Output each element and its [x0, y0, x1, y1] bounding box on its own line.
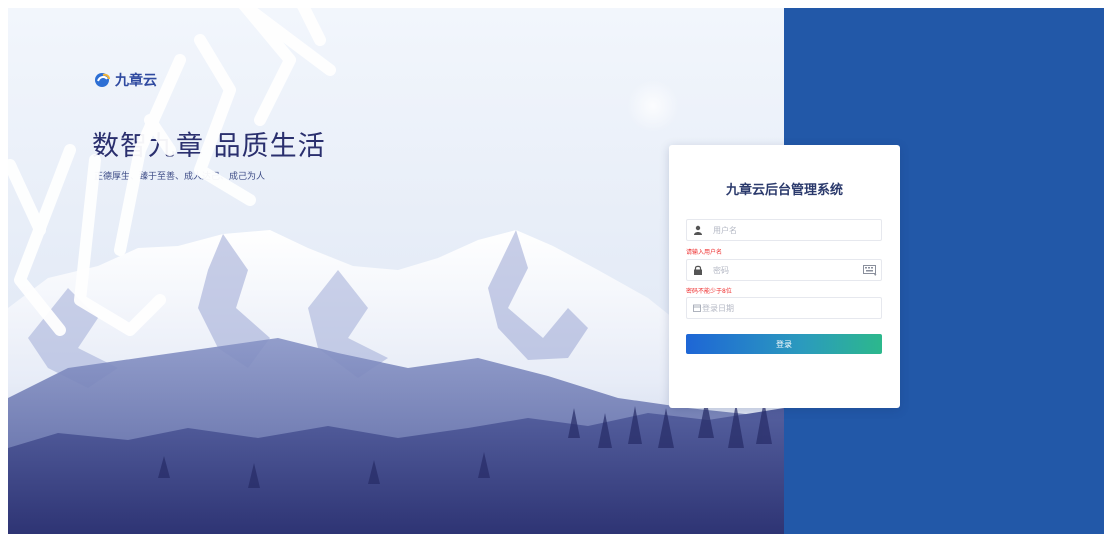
login-title: 九章云后台管理系统: [725, 183, 843, 198]
password-field[interactable]: [686, 259, 882, 281]
hero-subslogan: 正德厚生、臻于至善、成人达己、成己为人: [94, 172, 266, 182]
calendar-icon: [693, 304, 701, 312]
username-field[interactable]: [686, 219, 882, 241]
username-input[interactable]: [713, 222, 863, 238]
login-page: 九章云 数智九章 品质生活 正德厚生、臻于至善、成人达己、成己为人 九章云后台管…: [0, 0, 1112, 536]
hero-background: 九章云 数智九章 品质生活 正德厚生、臻于至善、成人达己、成己为人: [8, 8, 784, 534]
username-error: 请输入用户名: [686, 249, 723, 256]
login-card: 九章云后台管理系统 请输入用户名 密码不能少于8: [669, 145, 900, 408]
password-input[interactable]: [713, 262, 863, 278]
cloud-logo-icon: [95, 73, 110, 87]
login-date-field[interactable]: [686, 297, 882, 319]
hero-slogan: 数智九章 品质生活: [92, 131, 326, 162]
login-date-input[interactable]: [702, 300, 852, 316]
logo-text: 九章云: [115, 73, 157, 89]
brand-logo: 九章云: [94, 70, 157, 90]
user-icon: [694, 225, 702, 235]
lock-icon: [694, 265, 702, 275]
login-button[interactable]: 登录: [686, 334, 882, 354]
password-error: 密码不能少于8位: [686, 288, 732, 295]
keyboard-icon[interactable]: [863, 265, 877, 276]
